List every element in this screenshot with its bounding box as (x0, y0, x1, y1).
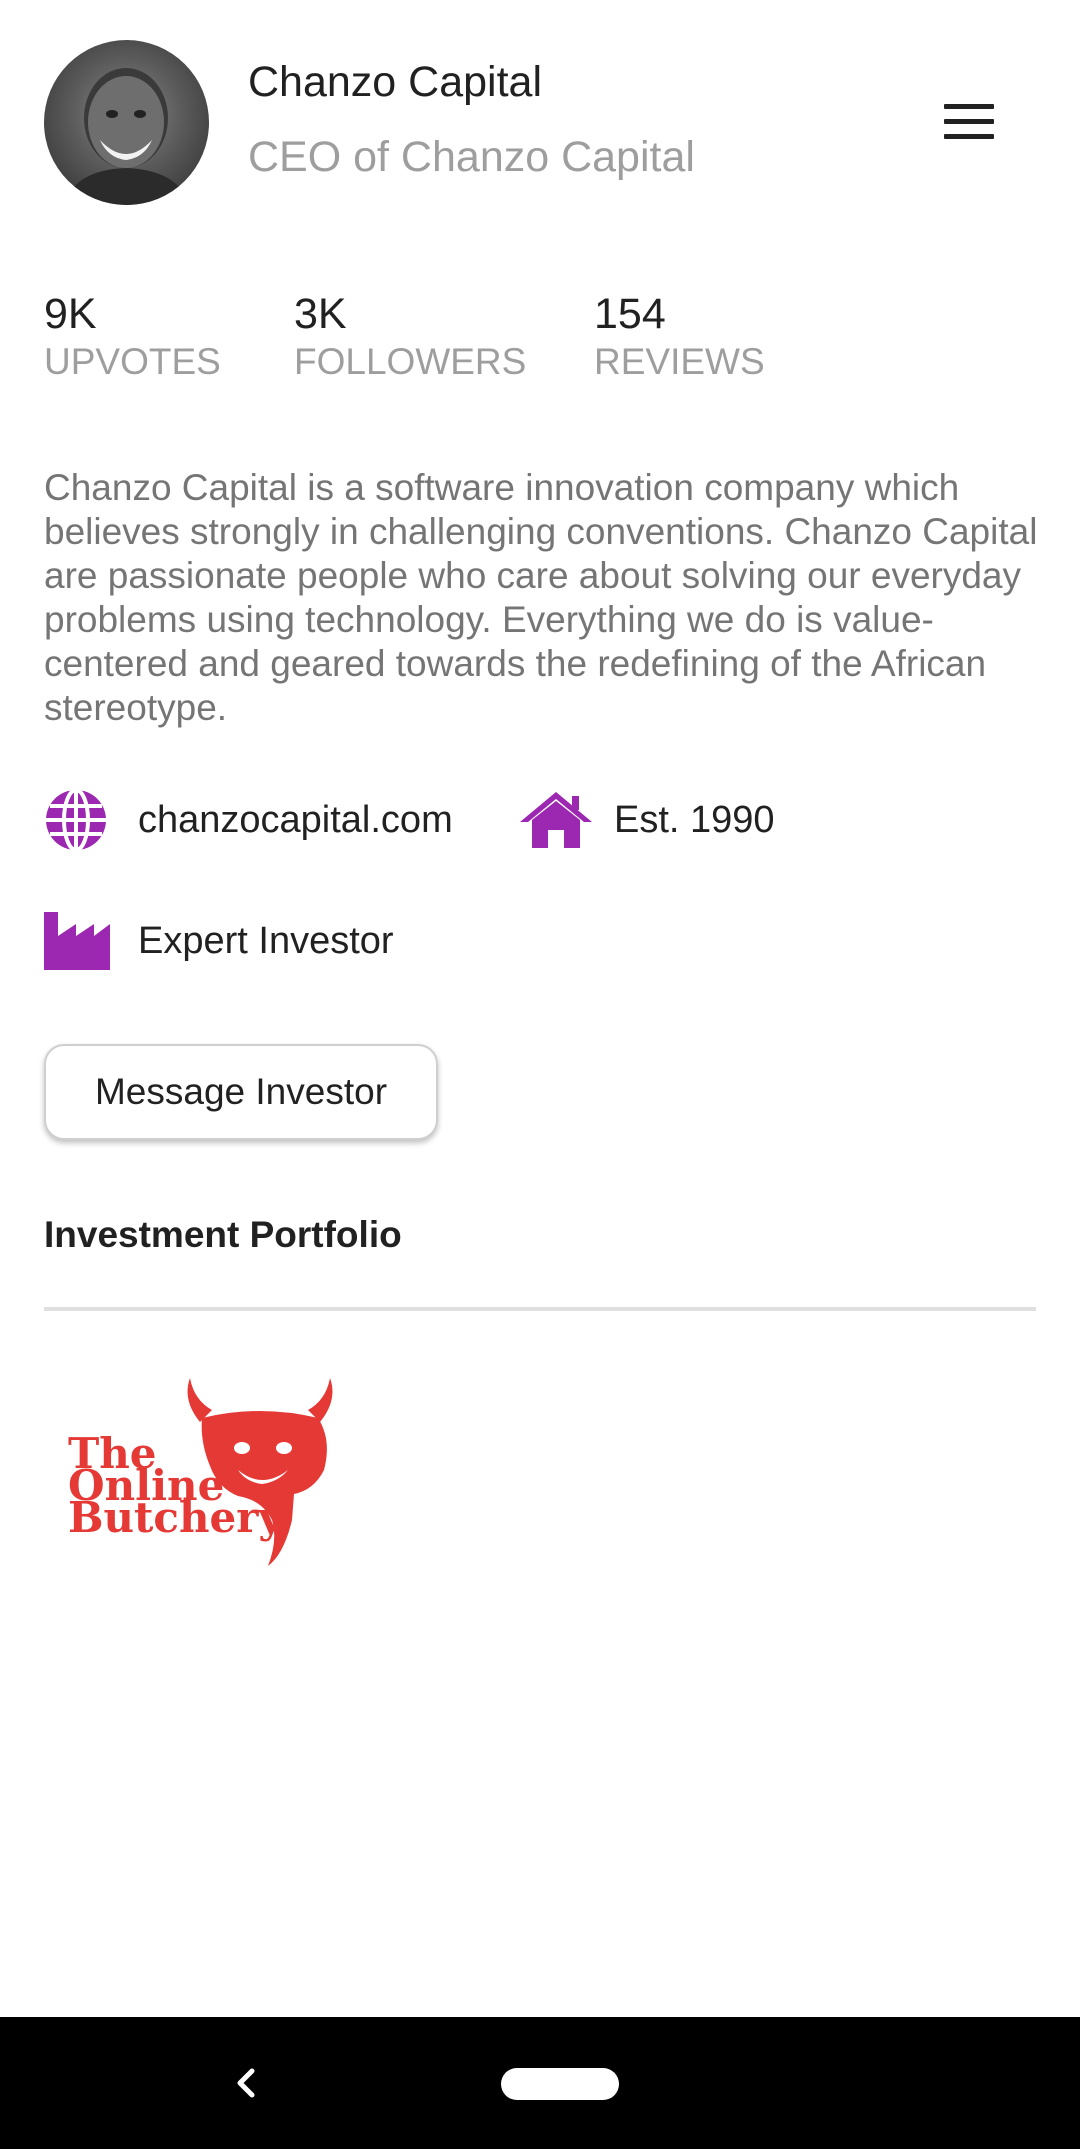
system-nav-bar (0, 2017, 1080, 2149)
globe-icon (44, 788, 108, 852)
established-row: Est. 1990 (518, 790, 775, 850)
stat-value: 3K (294, 290, 347, 338)
stat-followers: 3K FOLLOWERS (294, 288, 526, 384)
portfolio-item-online-butchery[interactable]: The Online Butchery (62, 1370, 362, 1580)
category-text: Expert Investor (138, 919, 394, 962)
category-row: Expert Investor (44, 912, 394, 970)
established-text: Est. 1990 (614, 798, 775, 841)
message-investor-button[interactable]: Message Investor (44, 1044, 438, 1140)
stat-label: FOLLOWERS (294, 341, 527, 382)
avatar[interactable] (44, 40, 209, 205)
stat-value: 9K (44, 290, 97, 338)
website-link[interactable]: chanzocapital.com (138, 799, 453, 842)
stat-reviews: 154 REVIEWS (594, 288, 765, 384)
stat-value: 154 (594, 290, 666, 338)
divider (44, 1307, 1036, 1311)
portfolio-title: Investment Portfolio (44, 1214, 402, 1255)
website-row[interactable]: chanzocapital.com (44, 788, 453, 852)
home-pill-button[interactable] (501, 2068, 619, 2100)
factory-icon (44, 912, 110, 970)
stat-label: UPVOTES (44, 341, 221, 382)
home-icon (518, 790, 594, 850)
hamburger-menu-icon[interactable] (936, 100, 1002, 146)
about-text: Chanzo Capital is a software innovation … (44, 467, 1038, 728)
online-butchery-logo: The Online Butchery (68, 1378, 333, 1566)
profile-role: CEO of Chanzo Capital (248, 133, 695, 181)
stat-label: REVIEWS (594, 341, 765, 382)
back-chevron-icon[interactable] (218, 2053, 278, 2113)
logo-text-butchery: Butchery (68, 1493, 284, 1542)
stat-upvotes: 9K UPVOTES (44, 288, 221, 384)
profile-screen: Chanzo Capital CEO of Chanzo Capital 9K … (0, 0, 1080, 2149)
profile-name: Chanzo Capital (248, 58, 543, 106)
